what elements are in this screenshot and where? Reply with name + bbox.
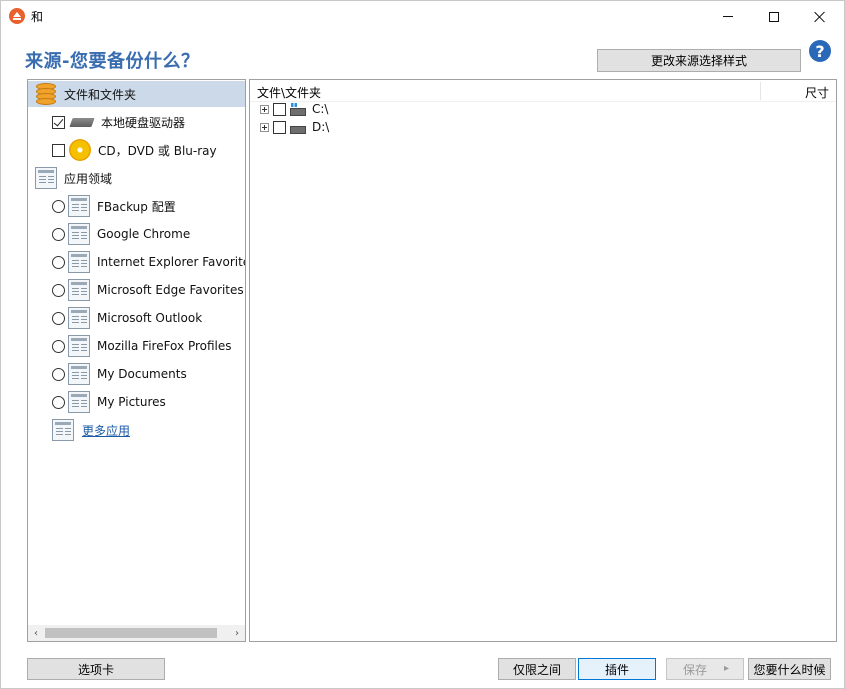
application-page-icon [52,419,74,441]
application-page-icon [68,307,90,329]
drive-label: C:\ [312,102,329,116]
ie-favorites-radio[interactable] [52,255,65,269]
source-item-label: Internet Explorer Favorites [97,255,246,269]
column-header-size[interactable]: 尺寸 [805,84,829,101]
close-icon [814,11,826,23]
application-page-icon [68,391,90,413]
change-source-style-button[interactable]: 更改来源选择样式 [597,49,801,72]
application-page-icon [68,363,90,385]
drive-label: D:\ [312,120,330,134]
source-group-applications[interactable]: 应用领域 [28,165,245,191]
source-item-my-pictures[interactable]: My Pictures [28,389,245,415]
source-item-label: 应用领域 [64,171,113,186]
hard-drive-icon [71,115,95,129]
help-icon[interactable]: ? [809,40,831,62]
column-divider[interactable] [760,82,761,100]
tree-item-drive-c[interactable]: C:\ [260,100,328,118]
firefox-profiles-radio[interactable] [52,339,65,353]
maximize-icon [769,11,779,22]
application-page-icon [68,251,90,273]
more-apps-link[interactable]: 更多应用 [82,422,130,439]
source-item-label: Mozilla FireFox Profiles [97,339,232,353]
file-tree-panel: 文件\文件夹 尺寸 C:\ D:\ [249,79,837,642]
source-item-more-apps[interactable]: 更多应用 [28,417,245,443]
maximize-button[interactable] [751,1,797,32]
my-pictures-radio[interactable] [52,395,65,409]
my-documents-radio[interactable] [52,367,65,381]
source-item-files-folders[interactable]: 文件和文件夹 [28,81,245,107]
page-title: 来源-您要备份什么？ [25,51,200,72]
title-bar: 和 [1,1,844,32]
scroll-right-icon[interactable]: › [231,627,243,639]
minimize-icon [723,16,733,17]
source-item-label: Microsoft Edge Favorites [97,283,244,297]
source-item-label: 文件和文件夹 [64,87,137,102]
column-header: 文件\文件夹 尺寸 [250,80,836,102]
source-item-ie-favorites[interactable]: Internet Explorer Favorites [28,249,245,275]
application-page-icon [68,223,90,245]
scrollbar-thumb[interactable] [45,628,217,638]
fbackup-config-radio[interactable] [52,199,65,213]
close-button[interactable] [797,1,843,32]
minimize-button[interactable] [705,1,751,32]
source-item-label: My Pictures [97,395,166,409]
tree-item-drive-d[interactable]: D:\ [260,118,329,136]
application-page-icon [35,167,57,189]
drive-d-checkbox[interactable] [273,120,286,134]
scroll-left-icon[interactable]: ‹ [30,627,42,639]
only-between-button[interactable]: 仅限之间 [498,658,576,680]
optical-checkbox[interactable] [52,143,65,157]
source-item-edge-favorites[interactable]: Microsoft Edge Favorites [28,277,245,303]
source-item-label: My Documents [97,367,187,381]
horizontal-scrollbar[interactable]: ‹ › [28,625,245,641]
cd-icon [69,139,91,161]
database-icon [36,83,56,105]
source-item-firefox-profiles[interactable]: Mozilla FireFox Profiles [28,333,245,359]
source-item-label: Google Chrome [97,227,191,241]
source-item-fbackup-config[interactable]: FBackup 配置 [28,193,245,219]
source-item-my-documents[interactable]: My Documents [28,361,245,387]
source-item-label: Microsoft Outlook [97,311,203,325]
outlook-radio[interactable] [52,311,65,325]
application-page-icon [68,279,90,301]
edge-favorites-radio[interactable] [52,283,65,297]
main-window: 和 来源-您要备份什么？ 更改来源选择样式 ? 文件和文件夹 本地硬盘驱动器 C… [0,0,845,689]
drive-icon [289,121,306,134]
source-item-label: 本地硬盘驱动器 [101,115,186,130]
source-list-panel: 文件和文件夹 本地硬盘驱动器 CD，DVD 或 Blu-ray 应用领域 FBa… [27,79,246,642]
application-page-icon [68,195,90,217]
source-item-label: CD，DVD 或 Blu-ray [98,143,217,158]
source-item-local-drives[interactable]: 本地硬盘驱动器 [28,109,245,135]
expand-icon[interactable] [260,104,269,114]
save-arrow-icon: ▸ [723,663,729,674]
drive-c-checkbox[interactable] [273,102,286,116]
source-item-label: FBackup 配置 [97,199,176,214]
tabs-button[interactable]: 选项卡 [27,658,165,680]
when-button[interactable]: 您要什么时候 [748,658,831,680]
source-item-optical[interactable]: CD，DVD 或 Blu-ray [28,137,245,163]
column-header-name[interactable]: 文件\文件夹 [257,84,321,101]
expand-icon[interactable] [260,122,269,132]
app-logo-icon [9,8,25,24]
system-drive-icon [289,103,306,116]
save-button[interactable]: 保存 ▸ [666,658,744,680]
window-title: 和 [31,10,44,24]
source-item-outlook[interactable]: Microsoft Outlook [28,305,245,331]
save-button-label: 保存 [683,662,708,677]
local-drives-checkbox[interactable] [52,115,65,129]
source-item-google-chrome[interactable]: Google Chrome [28,221,245,247]
application-page-icon [68,335,90,357]
plugin-button[interactable]: 插件 [578,658,656,680]
google-chrome-radio[interactable] [52,227,65,241]
